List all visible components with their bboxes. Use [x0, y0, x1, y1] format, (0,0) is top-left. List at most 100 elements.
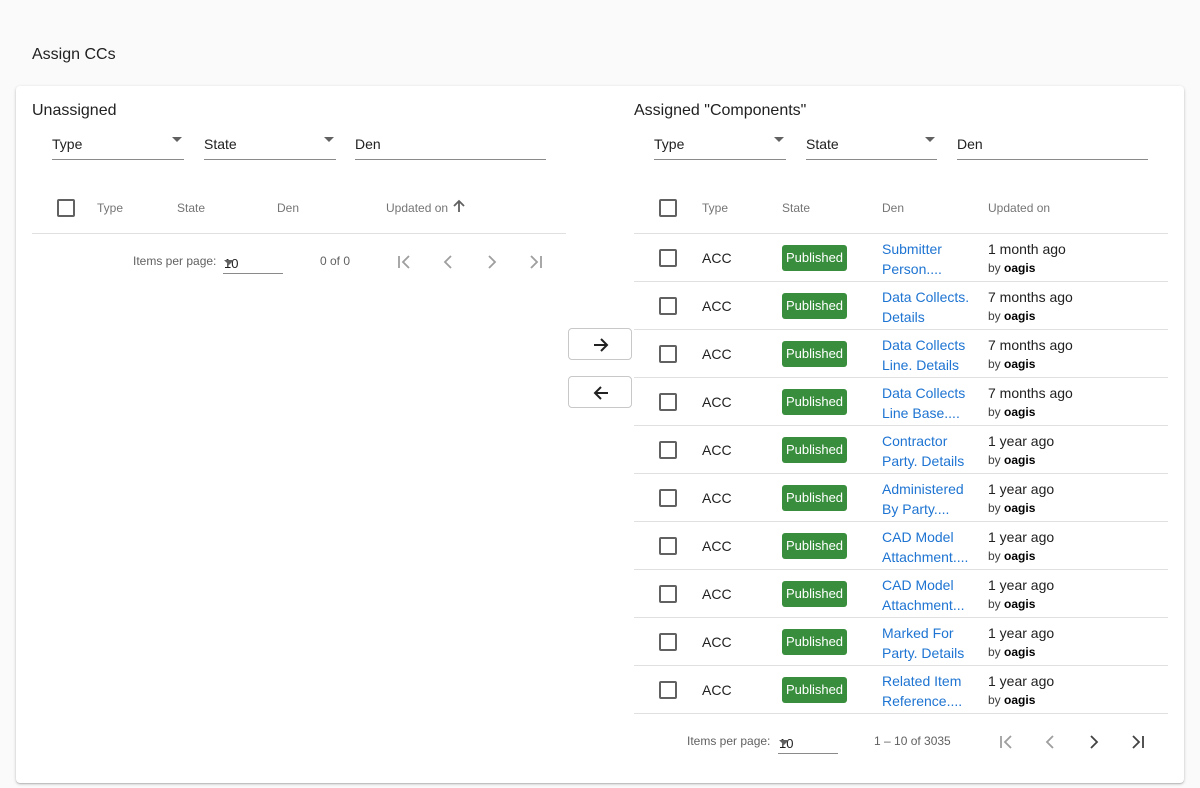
- table-row[interactable]: ACC Published Marked For Party. Details 1 ye…: [634, 618, 1168, 666]
- status-badge: Published: [782, 245, 847, 271]
- status-badge: Published: [782, 533, 847, 559]
- row-checkbox[interactable]: [659, 345, 677, 363]
- page-title: Assign CCs: [32, 46, 116, 63]
- table-row[interactable]: ACC Published CAD Model Attachment.... 1 yea…: [634, 522, 1168, 570]
- row-checkbox[interactable]: [659, 537, 677, 555]
- row-checkbox[interactable]: [659, 393, 677, 411]
- row-checkbox[interactable]: [659, 249, 677, 267]
- row-type: ACC: [702, 538, 732, 554]
- chevron-down-icon: [324, 137, 334, 142]
- updated-cell: 1 year ago by oagis: [988, 575, 1054, 613]
- den-link[interactable]: Data Collects. Details: [882, 287, 974, 327]
- filter-label: State: [204, 136, 237, 152]
- table-row[interactable]: ACC Published Submitter Person.... 1 month a…: [634, 234, 1168, 282]
- updated-by-prefix: by: [988, 549, 1001, 563]
- assigned-table: Type State Den Updated on ACC Published Su…: [634, 184, 1168, 754]
- den-line-1: Marked For: [882, 625, 954, 641]
- column-header-state[interactable]: State: [782, 201, 810, 215]
- unassigned-table: Type State Den Updated on Items per page…: [32, 184, 566, 274]
- row-checkbox[interactable]: [659, 297, 677, 315]
- den-link[interactable]: Data Collects Line. Details: [882, 335, 974, 375]
- filter-label: Type: [52, 136, 83, 152]
- row-checkbox[interactable]: [659, 585, 677, 603]
- den-line-1: Data Collects: [882, 385, 966, 401]
- den-line-2: Party. Details: [882, 453, 965, 469]
- assigned-type-filter[interactable]: Type: [654, 132, 786, 160]
- unassigned-type-filter[interactable]: Type: [52, 132, 184, 160]
- unassigned-den-filter[interactable]: Den: [355, 132, 546, 160]
- first-page-icon[interactable]: [994, 730, 1018, 754]
- table-row[interactable]: ACC Published Contractor Party. Details 1 ye…: [634, 426, 1168, 474]
- assigned-den-filter[interactable]: Den: [957, 132, 1148, 160]
- updated-by: by oagis: [988, 259, 1066, 277]
- den-link[interactable]: Administered By Party....: [882, 479, 974, 519]
- updated-by-prefix: by: [988, 261, 1001, 275]
- next-page-icon[interactable]: [480, 250, 504, 274]
- next-page-icon[interactable]: [1082, 730, 1106, 754]
- unassigned-title: Unassigned: [32, 102, 117, 119]
- assign-button[interactable]: [568, 328, 632, 360]
- status-badge: Published: [782, 437, 847, 463]
- unassign-button[interactable]: [568, 376, 632, 408]
- updated-cell: 7 months ago by oagis: [988, 383, 1073, 421]
- den-line-1: Data Collects.: [882, 289, 970, 305]
- previous-page-icon[interactable]: [1038, 730, 1062, 754]
- table-row[interactable]: ACC Published Data Collects Line. Details 7 …: [634, 330, 1168, 378]
- den-line-1: CAD Model: [882, 577, 954, 593]
- column-header-type[interactable]: Type: [702, 201, 728, 215]
- table-row[interactable]: ACC Published CAD Model Attachment... 1 year…: [634, 570, 1168, 618]
- row-checkbox[interactable]: [659, 681, 677, 699]
- status-badge: Published: [782, 293, 847, 319]
- column-header-state[interactable]: State: [177, 201, 205, 215]
- table-row[interactable]: ACC Published Related Item Reference.... 1 y…: [634, 666, 1168, 714]
- updated-by-prefix: by: [988, 309, 1001, 323]
- row-type: ACC: [702, 394, 732, 410]
- assigned-paginator: Items per page: 10 1 – 10 of 3035: [634, 714, 1168, 770]
- last-page-icon[interactable]: [524, 250, 548, 274]
- last-page-icon[interactable]: [1126, 730, 1150, 754]
- row-checkbox[interactable]: [659, 489, 677, 507]
- den-link[interactable]: Data Collects Line Base....: [882, 383, 974, 423]
- page-size-select[interactable]: 10: [223, 248, 283, 274]
- previous-page-icon[interactable]: [436, 250, 460, 274]
- first-page-icon[interactable]: [392, 250, 416, 274]
- table-row[interactable]: ACC Published Data Collects. Details 7 month…: [634, 282, 1168, 330]
- den-link[interactable]: Related Item Reference....: [882, 671, 974, 711]
- table-row[interactable]: ACC Published Data Collects Line Base.... 7 …: [634, 378, 1168, 426]
- table-row[interactable]: ACC Published Administered By Party.... 1 ye…: [634, 474, 1168, 522]
- column-header-updated[interactable]: Updated on: [988, 201, 1050, 215]
- updated-when: 1 year ago: [988, 625, 1055, 641]
- row-checkbox[interactable]: [659, 441, 677, 459]
- assigned-state-filter[interactable]: State: [806, 132, 937, 160]
- row-checkbox[interactable]: [659, 633, 677, 651]
- updated-when: 1 year ago: [988, 529, 1055, 545]
- den-link[interactable]: CAD Model Attachment...: [882, 575, 974, 615]
- den-line-1: Administered: [882, 481, 964, 497]
- updated-by-prefix: by: [988, 405, 1001, 419]
- updated-by-user: oagis: [1004, 261, 1036, 275]
- den-link[interactable]: Submitter Person....: [882, 239, 974, 279]
- page-range: 1 – 10 of 3035: [874, 734, 951, 748]
- select-all-checkbox[interactable]: [57, 199, 75, 217]
- unassigned-state-filter[interactable]: State: [204, 132, 336, 160]
- den-line-2: Line. Details: [882, 357, 960, 373]
- den-line-1: Contractor: [882, 433, 948, 449]
- column-header-den[interactable]: Den: [882, 201, 904, 215]
- updated-by: by oagis: [988, 355, 1073, 373]
- column-header-type[interactable]: Type: [97, 201, 123, 215]
- status-badge: Published: [782, 389, 847, 415]
- den-link[interactable]: Marked For Party. Details: [882, 623, 974, 663]
- updated-when: 1 year ago: [988, 433, 1055, 449]
- den-link[interactable]: CAD Model Attachment....: [882, 527, 974, 567]
- page-size-select[interactable]: 10: [778, 728, 838, 754]
- den-line-2: Attachment...: [882, 597, 965, 613]
- column-header-den[interactable]: Den: [277, 201, 299, 215]
- column-header-updated[interactable]: Updated on: [386, 201, 448, 215]
- updated-by: by oagis: [988, 451, 1054, 469]
- den-link[interactable]: Contractor Party. Details: [882, 431, 974, 471]
- updated-by-user: oagis: [1004, 501, 1036, 515]
- arrow-up-icon: [453, 199, 465, 212]
- select-all-checkbox[interactable]: [659, 199, 677, 217]
- updated-by-user: oagis: [1004, 453, 1036, 467]
- updated-by-user: oagis: [1004, 597, 1036, 611]
